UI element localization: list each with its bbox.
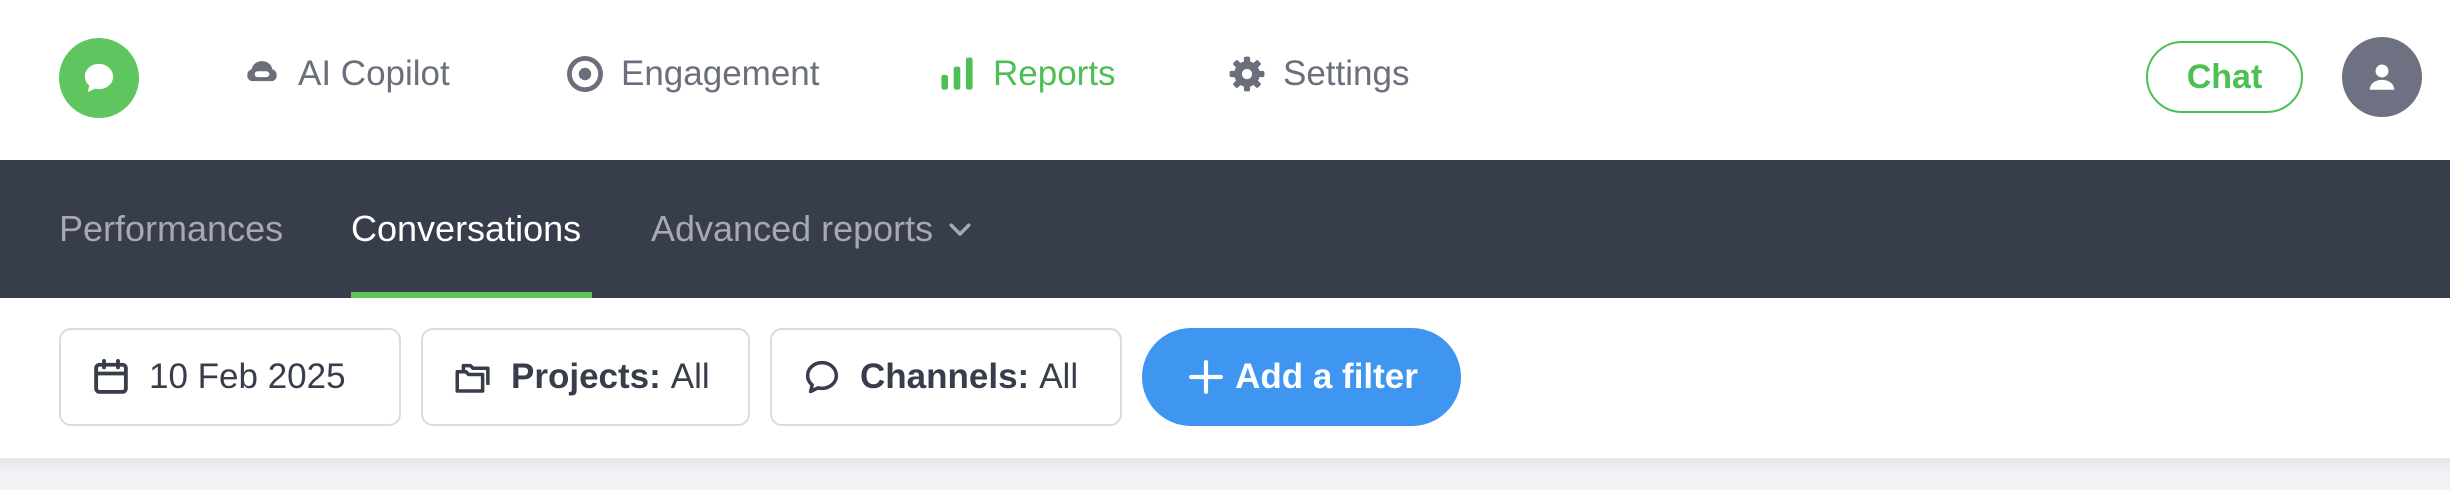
avatar[interactable] bbox=[2342, 37, 2422, 117]
folders-icon bbox=[451, 355, 495, 399]
projects-filter-value: All bbox=[670, 357, 710, 396]
top-navigation: AI Copilot Engagement Reports Settings C… bbox=[0, 0, 2450, 160]
projects-filter-key: Projects: bbox=[511, 357, 661, 396]
chevron-down-icon bbox=[945, 214, 975, 244]
nav-item-label: Engagement bbox=[621, 54, 820, 93]
nav-item-settings[interactable]: Settings bbox=[1225, 46, 1409, 102]
chat-outline-icon bbox=[800, 355, 844, 399]
content-area-top bbox=[0, 458, 2450, 490]
nav-item-label: Settings bbox=[1283, 54, 1410, 93]
channels-filter[interactable]: Channels: All bbox=[770, 328, 1122, 426]
chat-bubble-icon bbox=[84, 63, 114, 93]
tab-advanced-reports[interactable]: Advanced reports bbox=[651, 160, 975, 298]
calendar-icon bbox=[89, 355, 133, 399]
filter-bar: 10 Feb 2025 Projects: All Channels: All … bbox=[0, 298, 2450, 458]
add-filter-label: Add a filter bbox=[1235, 357, 1418, 396]
copilot-icon bbox=[240, 52, 284, 96]
app-logo[interactable] bbox=[59, 38, 139, 118]
projects-filter[interactable]: Projects: All bbox=[421, 328, 750, 426]
tab-label: Performances bbox=[59, 208, 284, 249]
channels-filter-key: Channels: bbox=[860, 357, 1030, 396]
date-value: 10 Feb 2025 bbox=[149, 357, 346, 396]
gear-icon bbox=[1225, 52, 1269, 96]
nav-item-label: Reports bbox=[993, 54, 1116, 93]
tab-label: Conversations bbox=[351, 208, 582, 249]
target-icon bbox=[563, 52, 607, 96]
nav-item-label: AI Copilot bbox=[298, 54, 450, 93]
tab-performances[interactable]: Performances bbox=[59, 160, 283, 298]
chat-button[interactable]: Chat bbox=[2146, 41, 2303, 113]
channels-filter-value: All bbox=[1039, 357, 1079, 396]
sub-navigation: Performances Conversations Advanced repo… bbox=[0, 160, 2450, 298]
date-filter[interactable]: 10 Feb 2025 bbox=[59, 328, 401, 426]
nav-item-engagement[interactable]: Engagement bbox=[563, 46, 819, 102]
bar-chart-icon bbox=[935, 52, 979, 96]
user-icon bbox=[2369, 64, 2395, 90]
tab-label: Advanced reports bbox=[651, 208, 934, 249]
add-filter-button[interactable]: Add a filter bbox=[1142, 328, 1461, 426]
nav-item-ai-copilot[interactable]: AI Copilot bbox=[240, 46, 450, 102]
plus-icon bbox=[1185, 356, 1227, 398]
nav-item-reports[interactable]: Reports bbox=[935, 46, 1116, 102]
tab-conversations[interactable]: Conversations bbox=[351, 160, 592, 298]
